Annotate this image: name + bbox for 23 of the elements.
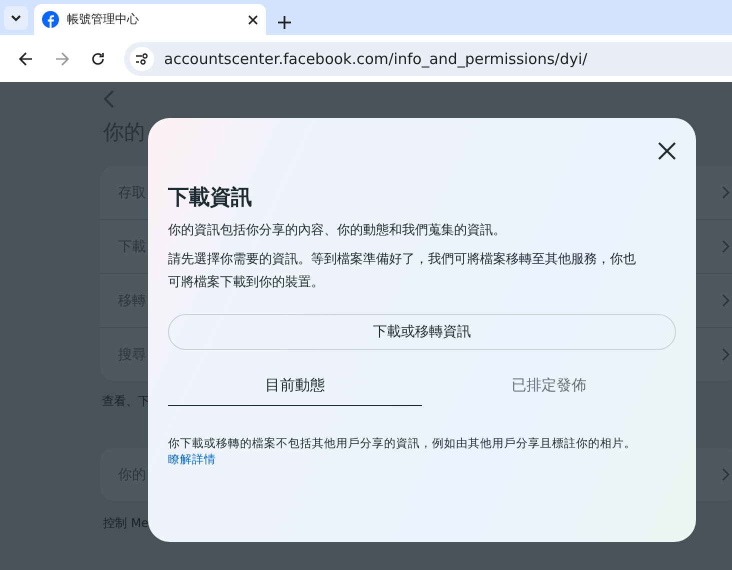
back-arrow-icon[interactable] [19, 52, 33, 66]
address-bar[interactable]: accountscenter.facebook.com/info_and_permissions/dyi/ [124, 42, 732, 76]
close-icon[interactable] [248, 14, 258, 24]
learn-more-link[interactable]: 瞭解詳情 [168, 452, 216, 467]
tab[interactable]: 已排定發佈 [422, 370, 676, 406]
dialog-title: 下載資訊 [168, 184, 253, 211]
url-text: accountscenter.facebook.com/info_and_permissions/dyi/ [164, 50, 588, 68]
tab[interactable]: 目前動態 [168, 370, 422, 406]
new-tab-icon[interactable] [278, 16, 291, 29]
description-text: 請先選擇你需要的資訊。等到檔案準備好了，我們可將檔案移轉至其他服務，你也可將檔案下載到你的裝置。 [168, 251, 637, 292]
note-text: 你下載或移轉的檔案不包括其他用戶分享的資訊，例如由其他用戶分享且標註你的相片。 [168, 435, 637, 452]
sliders-icon [135, 52, 149, 64]
reload-icon[interactable] [91, 52, 105, 66]
tab-list-button[interactable] [4, 6, 28, 30]
chevron-down-icon [10, 14, 22, 22]
description-text: 你的資訊包括你分享的內容、你的動態和我們蒐集的資訊。 [168, 222, 507, 240]
facebook-logo-icon [42, 11, 59, 28]
browser-tab[interactable]: 帳號管理中心 [34, 4, 266, 35]
site-settings-button[interactable] [130, 46, 154, 70]
close-icon [658, 142, 676, 160]
tab-title: 帳號管理中心 [67, 11, 140, 28]
download-transfer-button[interactable]: 下載或移轉資訊 [168, 314, 676, 350]
forward-arrow-icon[interactable] [55, 52, 69, 66]
